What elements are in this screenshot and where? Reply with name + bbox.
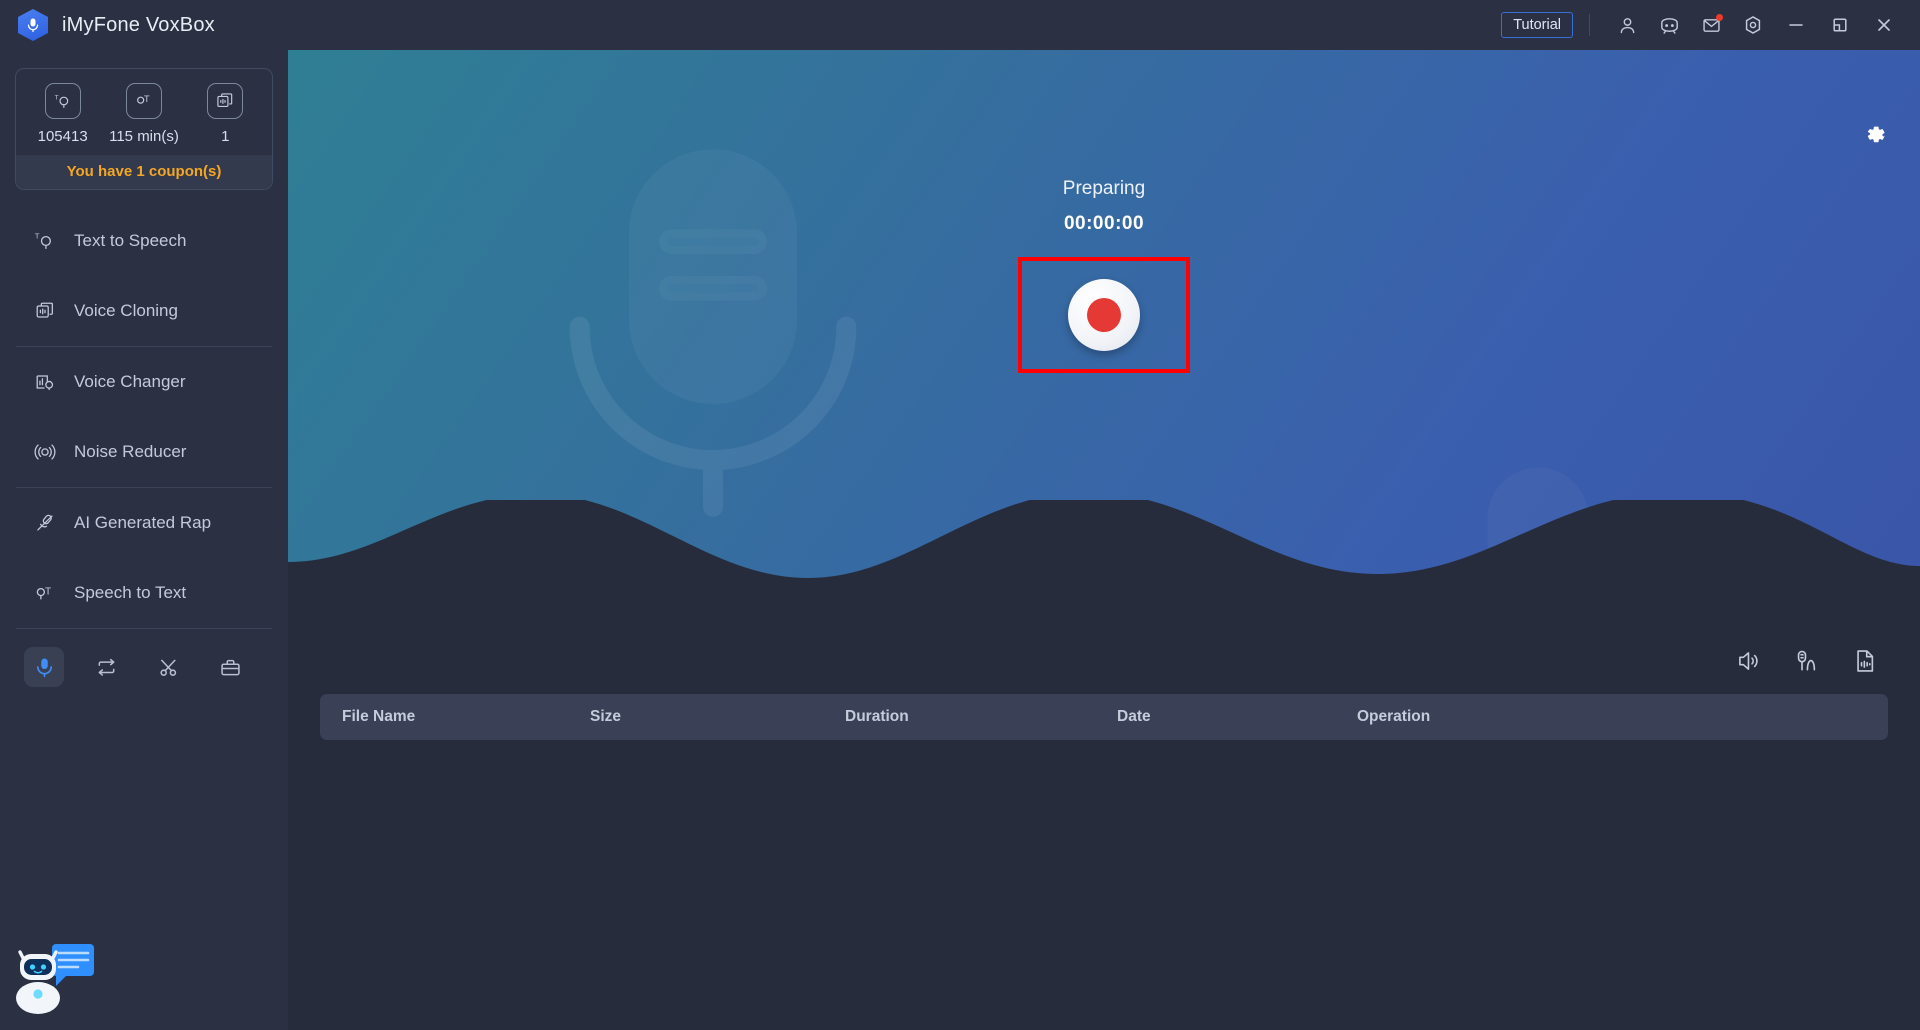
tool-cutter-button[interactable]	[148, 647, 188, 687]
sidebar-item-voice-changer[interactable]: Voice Changer	[0, 347, 288, 417]
credits-row: T 105413 T 115 min(s) 1	[16, 69, 272, 155]
restore-button[interactable]	[1818, 5, 1862, 45]
column-header-date[interactable]: Date	[1117, 708, 1357, 726]
coupon-banner[interactable]: You have 1 coupon(s)	[16, 155, 272, 189]
titlebar-divider	[1589, 14, 1590, 36]
credit-value: 115 min(s)	[109, 128, 179, 145]
sidebar-item-label: Voice Cloning	[74, 301, 178, 320]
sidebar-item-noise-reducer[interactable]: Noise Reducer	[0, 417, 288, 487]
credit-item-voice-cloning[interactable]: 1	[185, 83, 266, 145]
text-to-speech-icon: T	[34, 230, 60, 252]
close-button[interactable]	[1862, 5, 1906, 45]
app-title: iMyFone VoxBox	[62, 13, 215, 36]
voice-changer-icon	[34, 371, 60, 393]
sidebar-item-label: Text to Speech	[74, 231, 187, 250]
discord-community-icon[interactable]	[1648, 6, 1690, 44]
sidebar-item-label: Voice Changer	[74, 372, 186, 391]
mail-notification-badge	[1716, 14, 1723, 21]
credit-value: 1	[221, 128, 230, 145]
voice-cloning-icon	[34, 300, 60, 322]
audio-file-icon[interactable]	[1852, 648, 1878, 674]
svg-text:T: T	[45, 586, 51, 597]
file-table-header: File Name Size Duration Date Operation	[320, 694, 1888, 740]
settings-hexagon-icon[interactable]	[1732, 6, 1774, 44]
sidebar-item-label: AI Generated Rap	[74, 513, 212, 532]
svg-text:T: T	[35, 231, 40, 240]
sidebar-item-label: Speech to Text	[74, 583, 187, 602]
microphone-wave-icon[interactable]	[1794, 648, 1820, 674]
tool-converter-button[interactable]	[86, 647, 126, 687]
tutorial-button[interactable]: Tutorial	[1501, 11, 1573, 39]
column-header-size[interactable]: Size	[590, 708, 845, 726]
ai-generated-rap-icon	[34, 512, 60, 534]
app-logo	[18, 9, 48, 41]
sidebar-item-label: Noise Reducer	[74, 442, 187, 461]
column-header-operation[interactable]: Operation	[1357, 708, 1597, 726]
recorder-hero: Preparing 00:00:00	[288, 50, 1920, 630]
tool-recorder-button[interactable]	[24, 647, 64, 687]
svg-text:T: T	[144, 94, 150, 104]
sidebar-tool-row	[0, 629, 288, 687]
credit-item-speech-to-text[interactable]: T 115 min(s)	[104, 83, 185, 145]
wave-decoration	[288, 500, 1920, 630]
title-bar: iMyFone VoxBox Tutorial	[0, 0, 1920, 50]
record-button-highlight	[1018, 256, 1190, 373]
tool-toolbox-button[interactable]	[210, 647, 250, 687]
file-list-toolbar	[288, 630, 1920, 682]
voice-cloning-icon	[207, 83, 244, 119]
sidebar-item-ai-generated-rap[interactable]: AI Generated Rap	[0, 488, 288, 558]
sidebar-nav: T Text to Speech Voice Cloning Voice Cha…	[0, 206, 288, 629]
credit-item-text-to-speech[interactable]: T 105413	[22, 83, 103, 145]
speaker-icon[interactable]	[1736, 648, 1762, 674]
sidebar-item-voice-cloning[interactable]: Voice Cloning	[0, 276, 288, 346]
mail-icon[interactable]	[1690, 6, 1732, 44]
credits-card: T 105413 T 115 min(s) 1 You have 1 coupo…	[15, 68, 273, 190]
text-to-speech-icon: T	[44, 83, 81, 119]
microphone-hexagon-logo-icon	[18, 9, 48, 41]
column-header-duration[interactable]: Duration	[845, 708, 1117, 726]
record-panel: Preparing 00:00:00	[288, 50, 1920, 500]
chatbot-assistant-icon[interactable]	[12, 936, 98, 1016]
file-list-area: File Name Size Duration Date Operation	[288, 630, 1920, 1030]
speech-to-text-icon: T	[125, 83, 162, 119]
credit-value: 105413	[37, 128, 88, 145]
sidebar: T 105413 T 115 min(s) 1 You have 1 coupo…	[0, 50, 288, 1030]
record-dot-icon	[1087, 297, 1121, 332]
titlebar-controls: Tutorial	[1501, 5, 1920, 45]
recording-status-text: Preparing	[1062, 177, 1146, 199]
recording-timer: 00:00:00	[1063, 212, 1145, 234]
noise-reducer-icon	[34, 441, 60, 463]
column-header-file-name[interactable]: File Name	[320, 708, 590, 726]
user-account-icon[interactable]	[1606, 6, 1648, 44]
svg-text:T: T	[54, 94, 58, 101]
record-button[interactable]	[1068, 278, 1140, 351]
minimize-button[interactable]	[1774, 5, 1818, 45]
sidebar-item-speech-to-text[interactable]: T Speech to Text	[0, 558, 288, 628]
sidebar-item-text-to-speech[interactable]: T Text to Speech	[0, 206, 288, 276]
speech-to-text-icon: T	[34, 582, 60, 604]
